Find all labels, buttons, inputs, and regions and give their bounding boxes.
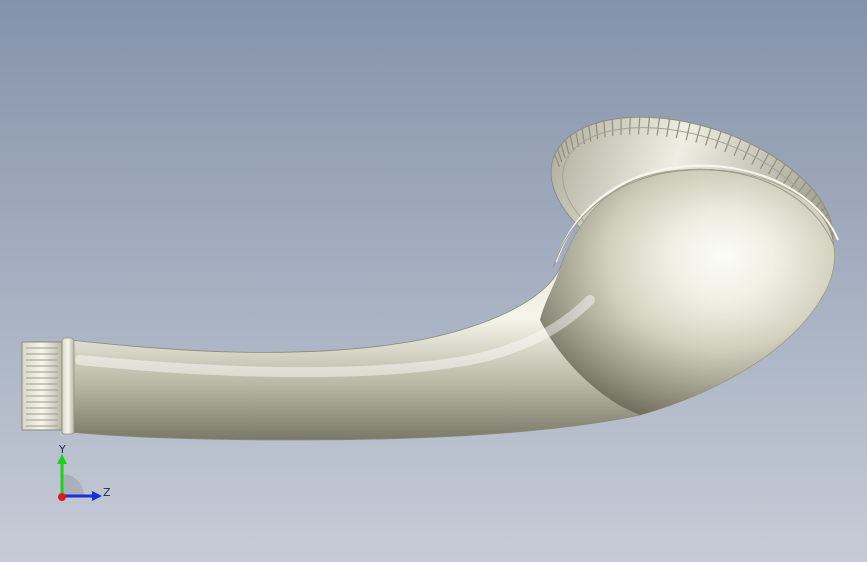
z-axis-arrow: [92, 491, 102, 501]
rim-knurl-tick: [629, 117, 631, 135]
model-scene[interactable]: [0, 0, 867, 562]
cad-viewport[interactable]: Y Z: [0, 0, 867, 562]
y-axis-label: Y: [58, 443, 66, 456]
triad-quadrant: [62, 474, 84, 496]
handle-collar: [61, 337, 75, 435]
z-axis-label: Z: [103, 486, 111, 499]
hose-connector-nut[interactable]: [21, 341, 63, 431]
coordinate-triad: Y Z: [46, 440, 116, 510]
x-axis-origin: [58, 493, 66, 501]
rim-knurl-tick: [611, 119, 614, 137]
